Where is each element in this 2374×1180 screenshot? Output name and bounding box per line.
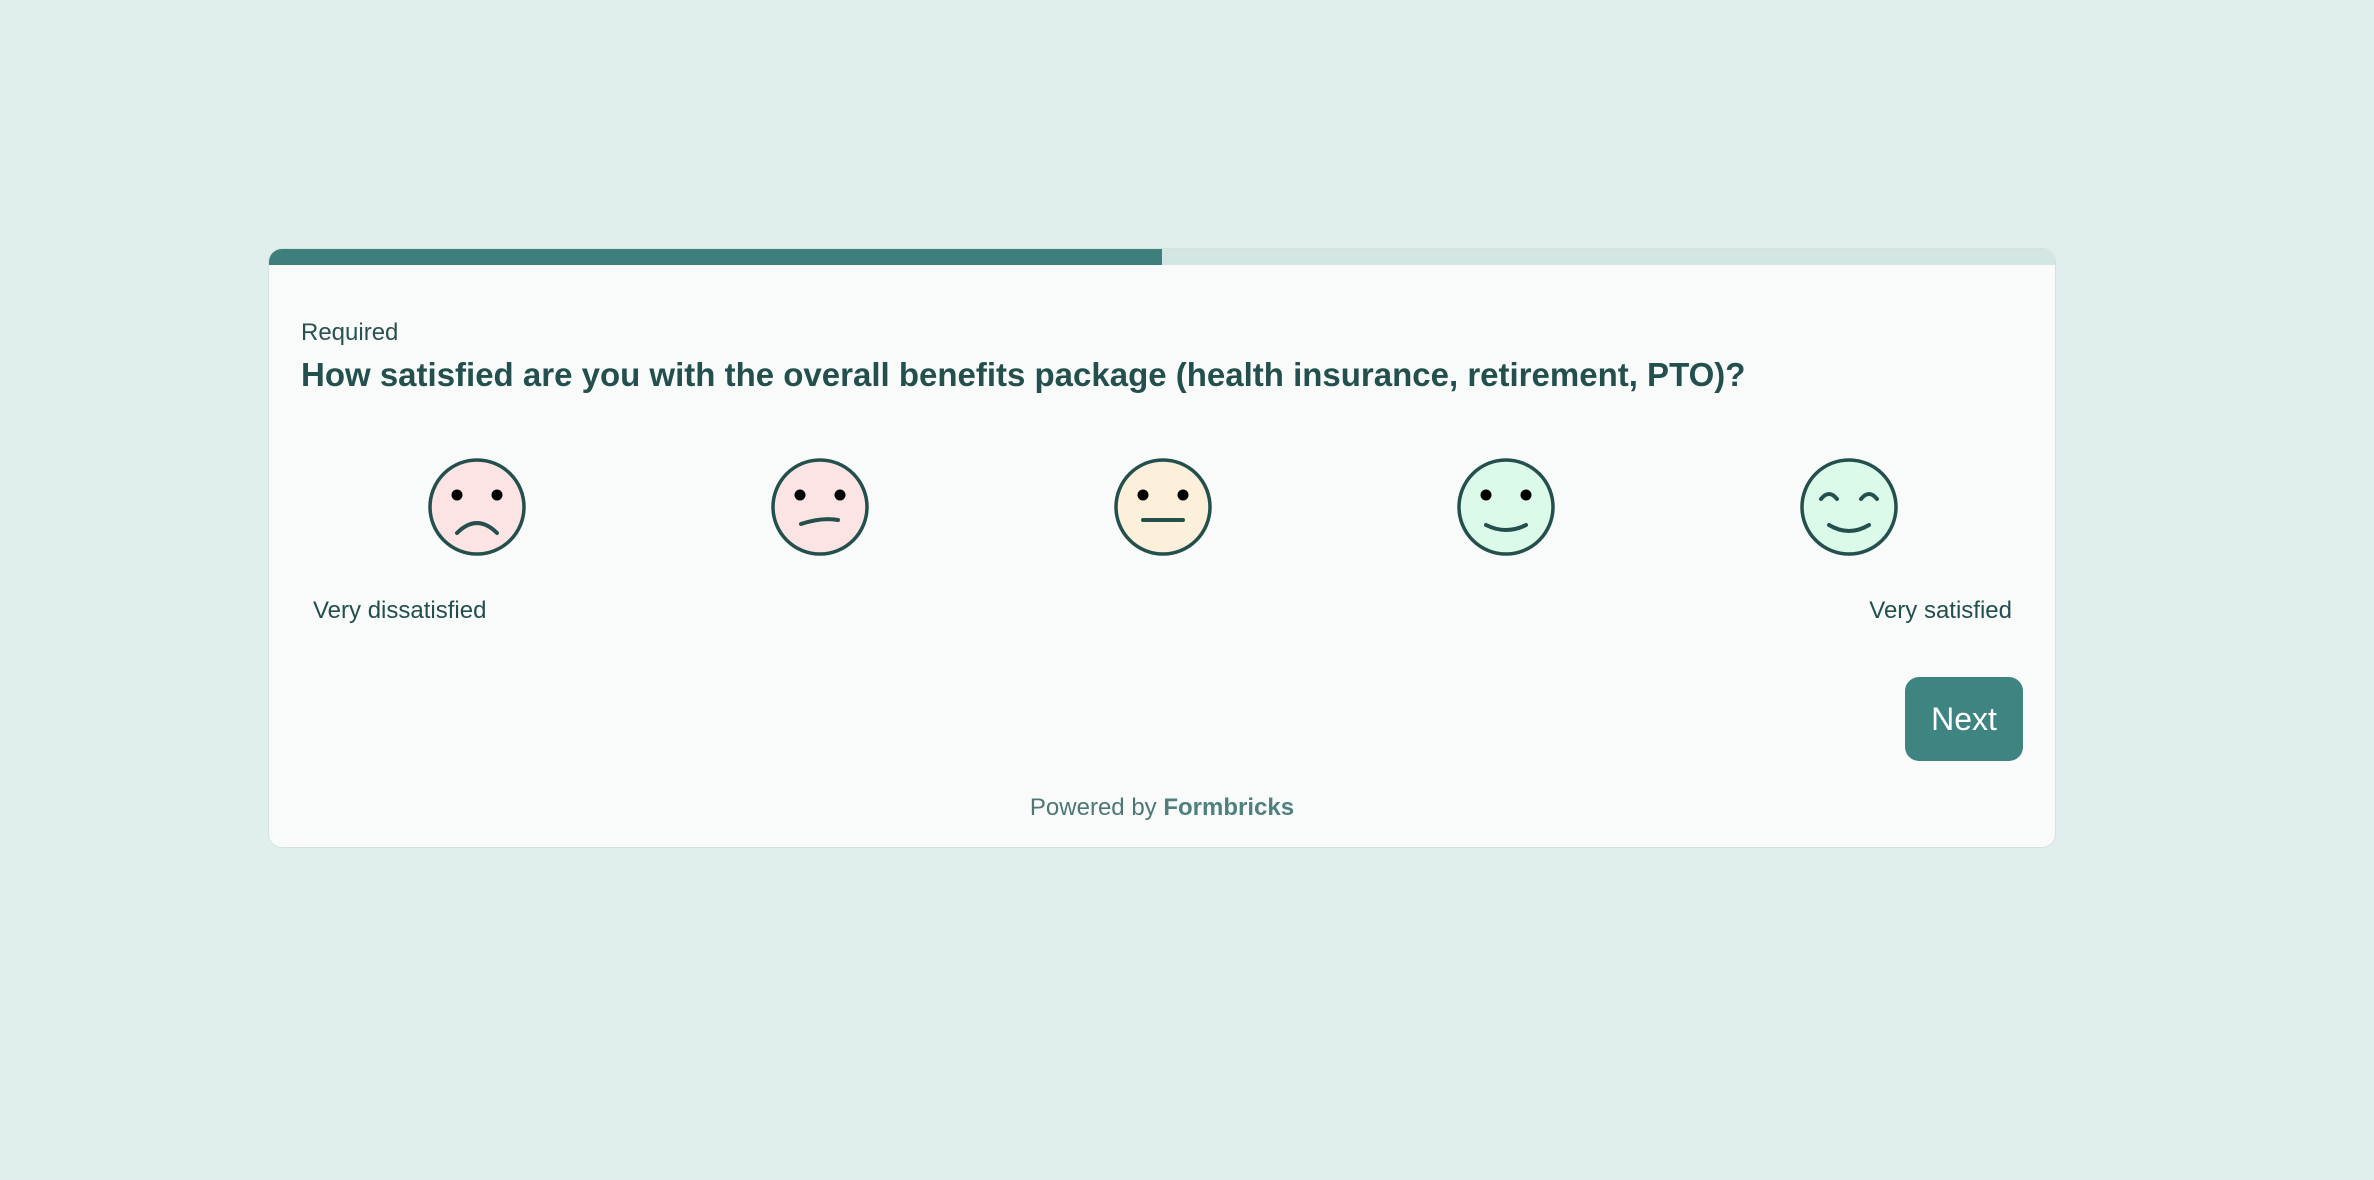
smiling-face-icon <box>1800 458 1898 556</box>
rating-option-5[interactable] <box>1799 457 1899 557</box>
progress-bar <box>269 249 2055 265</box>
rating-option-3[interactable] <box>1113 457 1213 557</box>
rating-option-4[interactable] <box>1456 457 1556 557</box>
slightly-smiling-face-icon <box>1457 458 1555 556</box>
question-title: How satisfied are you with the overall b… <box>301 356 1746 393</box>
rating-option-2[interactable] <box>770 457 870 557</box>
formbricks-link[interactable]: Formbricks <box>1163 794 1294 821</box>
rating-option-1[interactable] <box>427 457 527 557</box>
required-label: Required <box>301 319 399 346</box>
neutral-face-icon <box>1114 458 1212 556</box>
powered-by-prefix: Powered by <box>1029 794 1157 821</box>
scale-high-label: Very satisfied <box>1869 597 2012 624</box>
progress-bar-fill <box>269 249 1162 265</box>
survey-card: Required How satisfied are you with the … <box>268 248 2056 848</box>
slightly-frowning-face-icon <box>771 458 869 556</box>
scale-low-label: Very dissatisfied <box>313 597 487 624</box>
frowning-face-icon <box>428 458 526 556</box>
powered-by: Powered by Formbricks <box>269 794 2055 822</box>
rating-options <box>269 457 2055 557</box>
next-button[interactable]: Next <box>1905 677 2023 761</box>
